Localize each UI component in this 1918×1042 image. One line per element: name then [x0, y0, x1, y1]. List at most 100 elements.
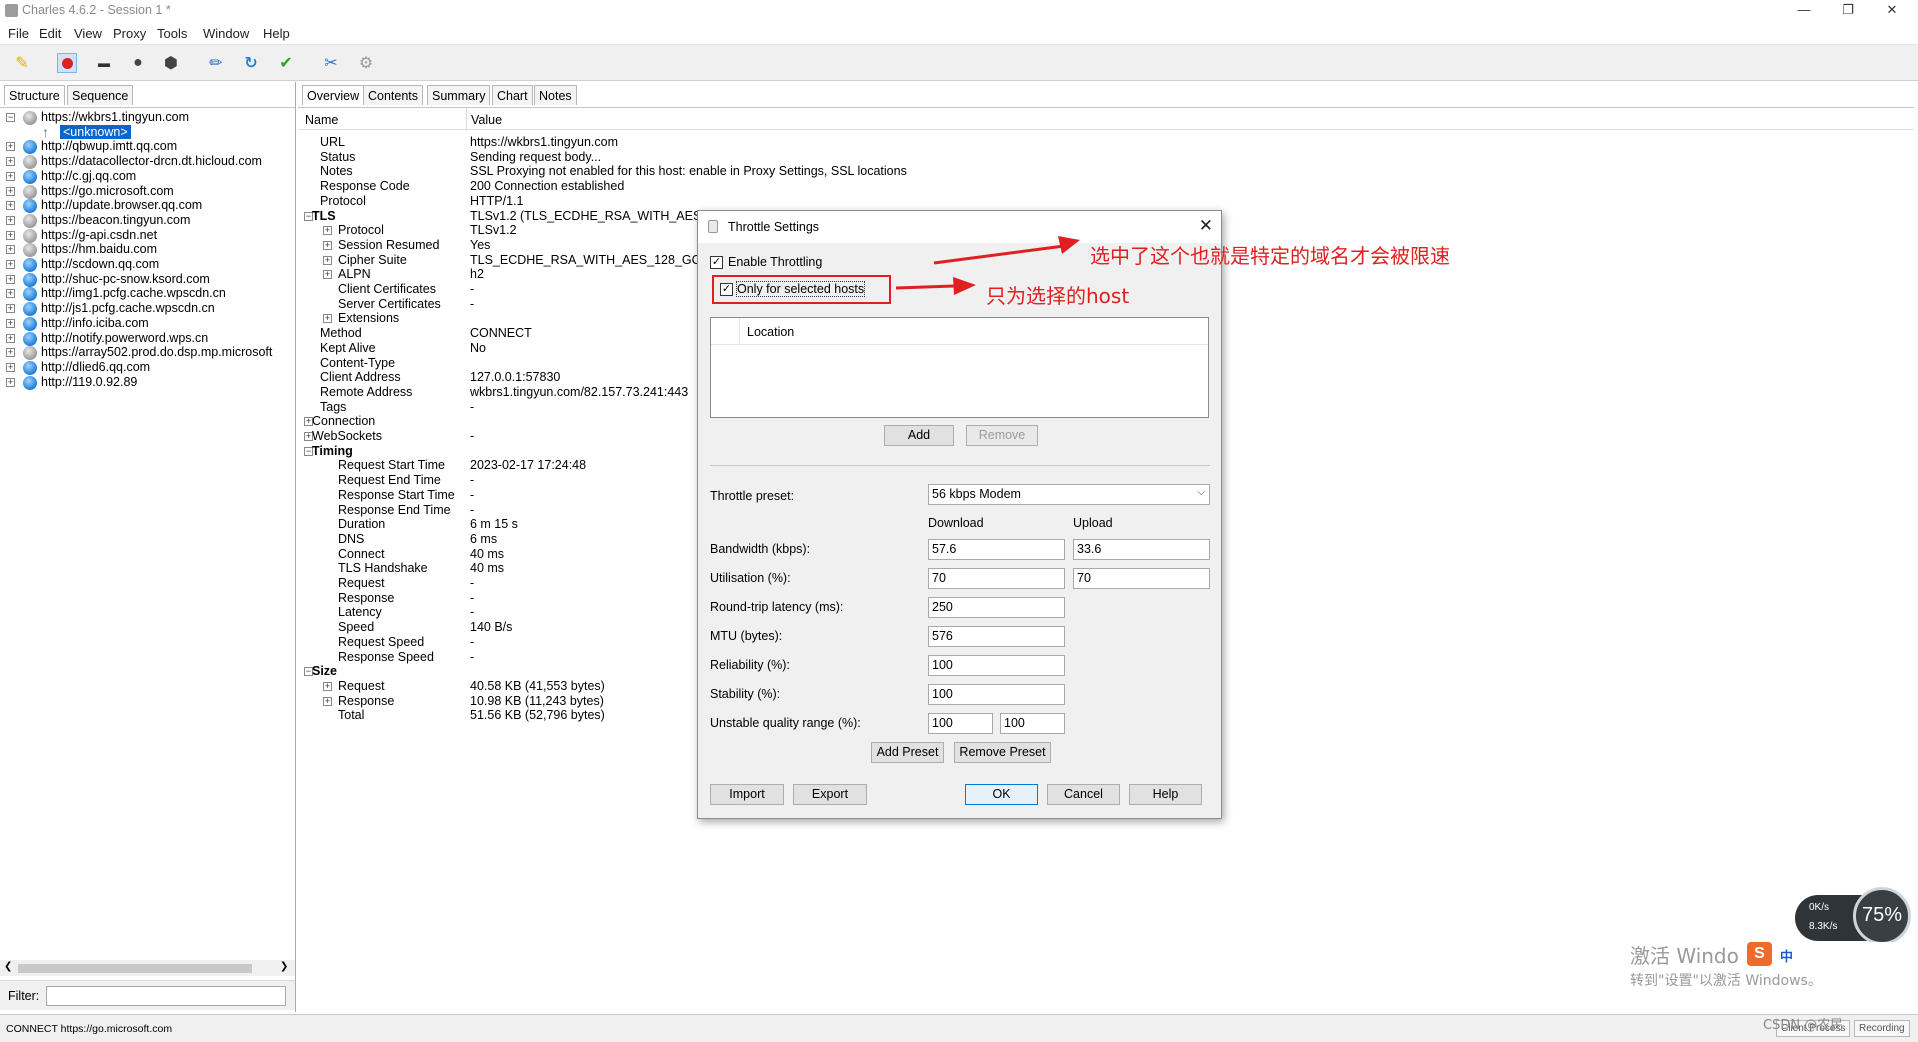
menu-help[interactable]: Help [263, 26, 290, 41]
column-name[interactable]: Name [305, 113, 338, 127]
network-speed-widget[interactable]: 0K/s 8.3K/s 75% [1795, 887, 1911, 945]
tree-item-label: http://dlied6.qq.com [41, 359, 151, 374]
expand-icon[interactable]: + [323, 314, 332, 324]
utilisation-upload-input[interactable]: 70 [1073, 568, 1210, 589]
column-value[interactable]: Value [471, 113, 502, 127]
expand-icon[interactable]: + [323, 255, 332, 265]
unstable-range-max-input[interactable]: 100 [1000, 713, 1065, 734]
expand-icon[interactable]: + [323, 226, 332, 236]
record-icon[interactable] [57, 53, 77, 73]
remove-location-button[interactable]: Remove [966, 425, 1038, 446]
scroll-left-icon[interactable]: ❮ [4, 961, 12, 972]
throttle-preset-select[interactable]: 56 kbps Modem ⌵ [928, 484, 1210, 505]
throttle-icon[interactable]: ▬ [94, 53, 114, 73]
property-name: Protocol [320, 193, 366, 208]
property-name: Response Start Time [338, 487, 455, 502]
enable-throttling-checkbox[interactable]: ✓ [710, 256, 723, 269]
refresh-icon[interactable]: ↻ [241, 53, 261, 73]
expand-icon[interactable]: + [6, 186, 15, 196]
menu-edit[interactable]: Edit [39, 26, 61, 41]
scroll-right-icon[interactable]: ❯ [280, 961, 288, 972]
stability-input[interactable]: 100 [928, 684, 1065, 705]
horizontal-scrollbar[interactable]: ❮ ❯ [0, 960, 295, 976]
cancel-button[interactable]: Cancel [1047, 784, 1120, 805]
enable-throttling-label[interactable]: Enable Throttling [728, 255, 822, 269]
expand-icon[interactable]: + [323, 681, 332, 691]
property-name: Server Certificates [338, 296, 441, 311]
expand-icon[interactable]: + [323, 240, 332, 250]
ok-button[interactable]: OK [965, 784, 1038, 805]
menu-file[interactable]: File [8, 26, 29, 41]
restore-button[interactable]: ❐ [1826, 0, 1870, 22]
pen-icon[interactable]: ✏ [206, 53, 226, 73]
property-name: WebSockets [312, 429, 382, 443]
tab-overview[interactable]: Overview [302, 85, 365, 105]
stop-icon[interactable]: ⬢ [161, 53, 181, 73]
bandwidth-upload-input[interactable]: 33.6 [1073, 539, 1210, 560]
mtu-input[interactable]: 576 [928, 626, 1065, 647]
menu-view[interactable]: View [74, 26, 102, 41]
expand-icon[interactable]: + [6, 318, 15, 328]
help-button[interactable]: Help [1129, 784, 1202, 805]
menu-window[interactable]: Window [203, 26, 249, 41]
reliability-input[interactable]: 100 [928, 655, 1065, 676]
expand-icon[interactable]: + [6, 362, 15, 372]
menu-proxy[interactable]: Proxy [113, 26, 146, 41]
remove-preset-button[interactable]: Remove Preset [954, 742, 1051, 763]
expand-icon[interactable]: + [323, 696, 332, 706]
recording-indicator[interactable]: Recording [1854, 1020, 1910, 1037]
expand-icon[interactable]: + [6, 142, 15, 152]
expand-icon[interactable]: + [6, 230, 15, 240]
expand-icon[interactable]: + [6, 215, 15, 225]
tab-sequence[interactable]: Sequence [67, 85, 134, 105]
import-button[interactable]: Import [710, 784, 784, 805]
filter-input[interactable] [46, 986, 286, 1006]
expand-icon[interactable]: + [323, 270, 332, 280]
expand-icon[interactable]: + [6, 348, 15, 358]
property-name: Extensions [338, 311, 400, 326]
status-text: CONNECT https://go.microsoft.com [6, 1023, 173, 1035]
expand-icon[interactable]: + [6, 274, 15, 284]
expand-icon[interactable]: + [6, 333, 15, 343]
expand-icon[interactable]: + [6, 377, 15, 387]
scroll-thumb[interactable] [18, 964, 252, 973]
settings-icon[interactable]: ⚙ [356, 53, 376, 73]
dialog-close-icon[interactable]: ✕ [1199, 216, 1213, 236]
collapse-icon[interactable]: − [6, 113, 15, 122]
expand-icon[interactable]: + [6, 245, 15, 255]
column-divider[interactable] [466, 108, 467, 131]
latency-input[interactable]: 250 [928, 597, 1065, 618]
expand-icon[interactable]: + [6, 304, 15, 314]
bandwidth-download-input[interactable]: 57.6 [928, 539, 1065, 560]
ime-mode-chinese[interactable]: 中 [1780, 946, 1793, 965]
tools-icon[interactable]: ✂ [321, 53, 341, 73]
check-icon[interactable]: ✔ [276, 53, 296, 73]
add-preset-button[interactable]: Add Preset [871, 742, 944, 763]
expand-icon[interactable]: + [6, 201, 15, 211]
expand-icon[interactable]: + [6, 289, 15, 299]
ime-toolbar: S 中 [1745, 942, 1918, 968]
tab-chart[interactable]: Chart [492, 85, 533, 105]
expand-icon[interactable]: + [6, 171, 15, 181]
tree-item-label: http://shuc-pc-snow.ksord.com [41, 271, 210, 286]
utilisation-download-input[interactable]: 70 [928, 568, 1065, 589]
unstable-range-min-input[interactable]: 100 [928, 713, 993, 734]
export-button[interactable]: Export [793, 784, 867, 805]
tree-item[interactable]: + http://119.0.92.89 [0, 374, 295, 392]
sogou-ime-icon[interactable]: S [1747, 942, 1772, 966]
property-name: Duration [338, 517, 386, 532]
tab-notes[interactable]: Notes [534, 85, 577, 105]
close-window-button[interactable]: ✕ [1870, 0, 1914, 22]
expand-icon[interactable]: + [6, 260, 15, 269]
expand-icon[interactable]: + [6, 157, 15, 167]
tab-structure[interactable]: Structure [4, 85, 65, 105]
menu-tools[interactable]: Tools [157, 26, 187, 41]
minimize-button[interactable]: — [1782, 0, 1826, 22]
turtle-icon[interactable]: ● [128, 53, 148, 73]
location-list[interactable]: Location [710, 317, 1209, 418]
tab-summary[interactable]: Summary [427, 85, 491, 105]
broom-icon[interactable]: ✎ [12, 53, 32, 73]
tab-contents[interactable]: Contents [363, 85, 424, 105]
property-name: Response End Time [338, 502, 451, 517]
add-location-button[interactable]: Add [884, 425, 954, 446]
